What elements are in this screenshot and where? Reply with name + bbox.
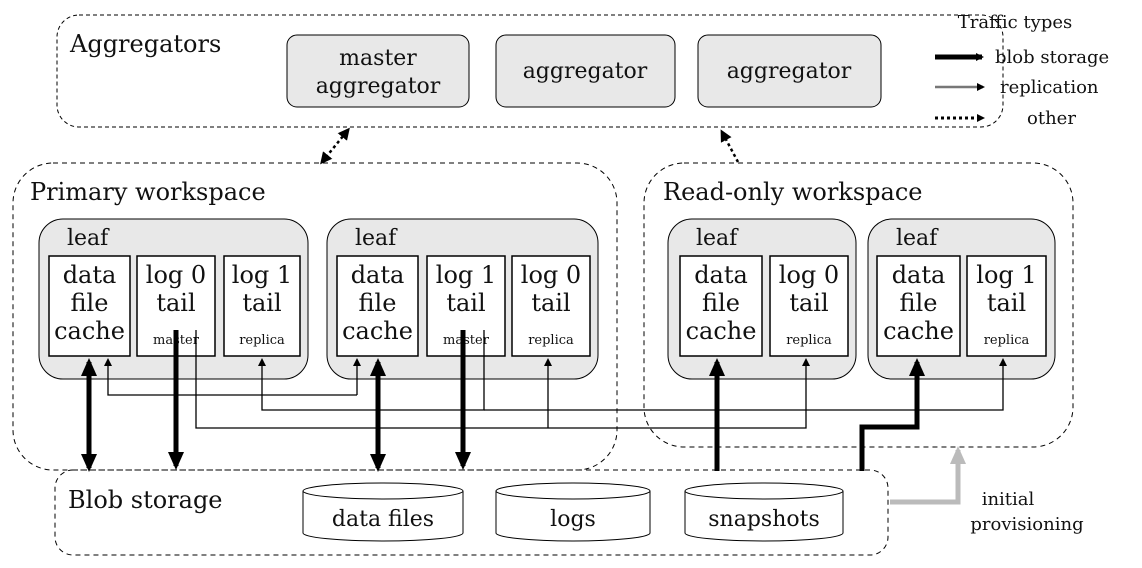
data-file-cache: datafilecache xyxy=(48,255,131,357)
box-text: data xyxy=(351,261,405,289)
box-text: file xyxy=(71,289,109,317)
box-text: tail xyxy=(242,289,281,317)
box-text: cache xyxy=(342,317,413,345)
box-text: cache xyxy=(54,317,125,345)
legend: Traffic types blob storage replication o… xyxy=(935,12,1109,129)
leaf-label: leaf xyxy=(355,226,398,251)
storage-label: data files xyxy=(332,507,434,532)
box-text: log 1 xyxy=(436,261,496,289)
box-text: log 1 xyxy=(232,261,292,289)
storage-label: snapshots xyxy=(708,507,820,532)
legend-title: Traffic types xyxy=(958,12,1073,33)
leaf-label: leaf xyxy=(696,226,739,251)
blob-storage: Blob storage data files logs snapshots xyxy=(54,469,889,556)
node-text: master xyxy=(339,46,417,71)
box-text: log 0 xyxy=(146,261,206,289)
role-label: master xyxy=(443,333,490,348)
leaf-label: leaf xyxy=(896,226,939,251)
storage-cylinder: logs xyxy=(495,482,651,542)
leaf-node: leaf datafilecache log 0tail replica xyxy=(667,218,857,380)
initial-provisioning-arrow xyxy=(890,446,966,505)
provisioning-label: provisioning xyxy=(970,514,1083,535)
node-text: aggregator xyxy=(727,59,852,84)
box-text: tail xyxy=(531,289,570,317)
box-text: file xyxy=(900,289,938,317)
node-text: aggregator xyxy=(523,59,648,84)
log-tail: log 0tail replica xyxy=(769,255,849,357)
box-text: file xyxy=(359,289,397,317)
box-text: file xyxy=(702,289,740,317)
box-text: tail xyxy=(987,289,1026,317)
storage-label: logs xyxy=(550,507,596,532)
box-text: data xyxy=(892,261,946,289)
box-text: tail xyxy=(156,289,195,317)
log-tail: log 0tail replica xyxy=(511,255,591,357)
role-label: replica xyxy=(528,333,574,348)
box-text: data xyxy=(694,261,748,289)
blob-storage-label: Blob storage xyxy=(68,486,223,514)
legend-item: blob storage xyxy=(995,47,1109,68)
box-text: cache xyxy=(883,317,954,345)
aggregators-label: Aggregators xyxy=(69,30,221,58)
leaf-node: leaf datafilecache log 1tail replica xyxy=(867,218,1056,380)
provisioning-label: initial xyxy=(982,489,1035,510)
other-traffic-arrow xyxy=(720,129,740,163)
box-text: log 0 xyxy=(779,261,839,289)
box-text: log 1 xyxy=(976,261,1036,289)
primary-workspace-label: Primary workspace xyxy=(30,178,266,206)
leaf-label: leaf xyxy=(67,226,110,251)
aggregator-node: aggregator xyxy=(495,34,676,108)
box-text: data xyxy=(63,261,117,289)
box-text: tail xyxy=(446,289,485,317)
aggregator-node: aggregator xyxy=(697,34,882,108)
legend-item: replication xyxy=(1000,77,1099,98)
data-file-cache: datafilecache xyxy=(679,255,763,357)
log-tail: log 1tail replica xyxy=(966,255,1047,357)
role-label: replica xyxy=(786,333,832,348)
data-file-cache: datafilecache xyxy=(336,255,419,357)
other-traffic-arrow xyxy=(320,127,350,165)
box-text: cache xyxy=(686,317,757,345)
role-label: replica xyxy=(239,333,285,348)
legend-item: other xyxy=(1027,108,1076,129)
node-text: aggregator xyxy=(316,74,441,99)
storage-cylinder: snapshots xyxy=(684,482,844,542)
readonly-workspace-label: Read-only workspace xyxy=(663,178,922,206)
architecture-diagram: Aggregators master aggregator aggregator… xyxy=(12,12,1109,556)
master-aggregator-node: master aggregator xyxy=(286,34,470,108)
storage-cylinder: data files xyxy=(302,482,464,542)
log-tail: log 1tail master xyxy=(426,255,506,357)
data-file-cache: datafilecache xyxy=(876,255,961,357)
box-text: tail xyxy=(789,289,828,317)
log-tail: log 1tail replica xyxy=(223,255,301,357)
aggregators-group: Aggregators master aggregator aggregator… xyxy=(56,14,1004,128)
role-label: replica xyxy=(984,333,1030,348)
box-text: log 0 xyxy=(521,261,581,289)
